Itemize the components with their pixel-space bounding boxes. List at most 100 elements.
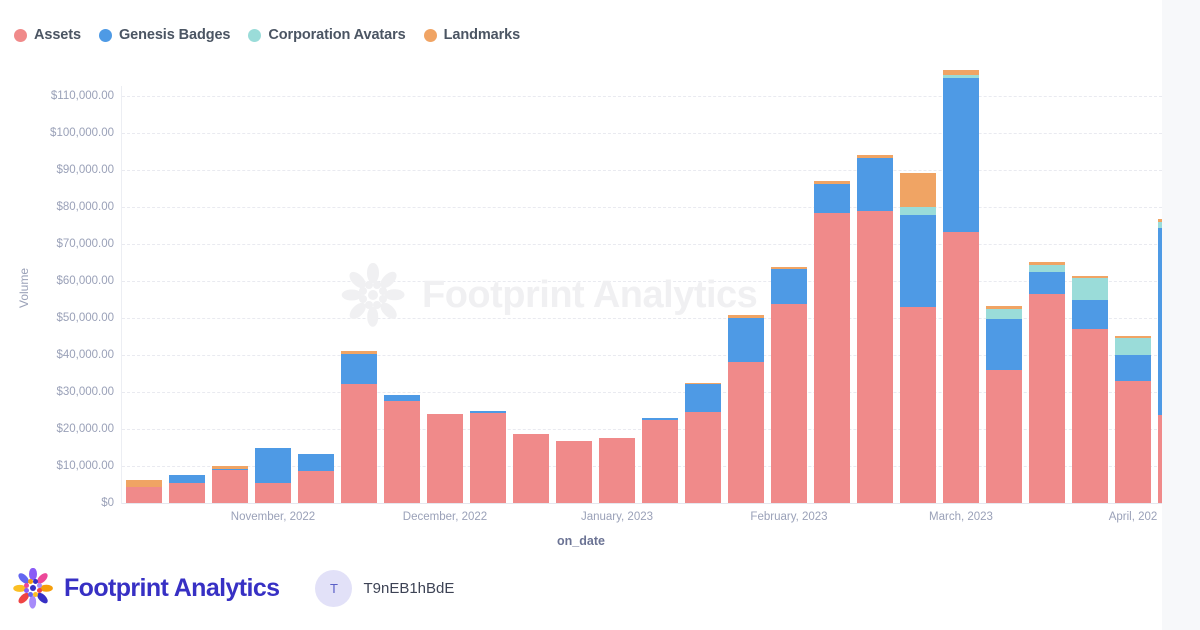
bar-segment-landmarks[interactable]: [126, 479, 162, 488]
x-axis-tick-label: March, 2023: [929, 511, 993, 523]
gridline: [122, 170, 1162, 171]
bar-segment-genesis_badges[interactable]: [255, 447, 291, 483]
brand-name: Footprint Analytics: [64, 573, 280, 602]
bar-segment-assets[interactable]: [212, 470, 248, 503]
legend-swatch-corporation_avatars: [248, 28, 262, 42]
bar-segment-corporation_avatars[interactable]: [1158, 221, 1162, 229]
legend-label: Assets: [34, 27, 81, 43]
gridline: [122, 96, 1162, 97]
bar-segment-corporation_avatars[interactable]: [900, 207, 936, 216]
bar-segment-landmarks[interactable]: [1158, 218, 1162, 222]
bar-segment-assets[interactable]: [599, 437, 635, 503]
y-axis-tick-label: $50,000.00: [56, 312, 114, 324]
gridline: [122, 281, 1162, 282]
footprint-logo-icon: [12, 567, 54, 609]
bar-segment-landmarks[interactable]: [1072, 275, 1108, 279]
bar-segment-genesis_badges[interactable]: [470, 410, 506, 413]
bar-segment-genesis_badges[interactable]: [1158, 228, 1162, 415]
bar-segment-genesis_badges[interactable]: [986, 319, 1022, 371]
bar-segment-assets[interactable]: [255, 482, 291, 503]
bar-segment-genesis_badges[interactable]: [857, 157, 893, 212]
bar-segment-corporation_avatars[interactable]: [1029, 265, 1065, 272]
legend-item-assets[interactable]: Assets: [14, 27, 81, 43]
bar-segment-genesis_badges[interactable]: [685, 384, 721, 412]
bar-segment-genesis_badges[interactable]: [212, 468, 248, 471]
bar-segment-genesis_badges[interactable]: [1115, 354, 1151, 382]
bar-segment-genesis_badges[interactable]: [1072, 300, 1108, 330]
bar-segment-assets[interactable]: [771, 303, 807, 503]
bar-segment-assets[interactable]: [1158, 414, 1162, 503]
bar-segment-assets[interactable]: [943, 232, 979, 503]
bar-segment-assets[interactable]: [384, 400, 420, 503]
chart-legend: Assets Genesis Badges Corporation Avatars L…: [14, 24, 528, 46]
gridline: [122, 133, 1162, 134]
plot-area: [122, 56, 1162, 503]
x-axis-tick-label: November, 2022: [230, 511, 316, 523]
bar-segment-landmarks[interactable]: [986, 305, 1022, 310]
y-axis-tick-label: $110,000.00: [50, 90, 114, 102]
bar-segment-assets[interactable]: [1072, 329, 1108, 503]
bar-segment-genesis_badges[interactable]: [728, 318, 764, 362]
bar-segment-genesis_badges[interactable]: [298, 454, 334, 472]
bar-segment-assets[interactable]: [900, 307, 936, 503]
bar-segment-genesis_badges[interactable]: [169, 475, 205, 484]
bar-segment-assets[interactable]: [470, 412, 506, 503]
y-axis-tick-label: $30,000.00: [56, 386, 114, 398]
bar-segment-assets[interactable]: [427, 414, 463, 503]
bar-segment-genesis_badges[interactable]: [642, 418, 678, 420]
bar-segment-landmarks[interactable]: [728, 315, 764, 318]
bar-segment-assets[interactable]: [513, 433, 549, 503]
legend-label: Landmarks: [443, 27, 521, 43]
bar-segment-assets[interactable]: [642, 419, 678, 503]
legend-label: Genesis Badges: [118, 27, 231, 43]
legend-item-genesis_badges[interactable]: Genesis Badges: [98, 27, 231, 43]
bar-segment-landmarks[interactable]: [900, 172, 936, 207]
y-axis-tick-label: $100,000.00: [50, 127, 114, 139]
bar-segment-landmarks[interactable]: [771, 266, 807, 269]
bar-segment-genesis_badges[interactable]: [771, 268, 807, 304]
bar-segment-assets[interactable]: [728, 361, 764, 503]
bar-segment-genesis_badges[interactable]: [384, 394, 420, 401]
avatar: T: [315, 569, 353, 607]
bar-segment-genesis_badges[interactable]: [900, 215, 936, 308]
bar-segment-assets[interactable]: [1029, 294, 1065, 503]
bar-segment-landmarks[interactable]: [1115, 336, 1151, 338]
y-axis-tick-label: $90,000.00: [56, 164, 114, 176]
legend-label: Corporation Avatars: [268, 27, 406, 43]
gridline: [122, 207, 1162, 208]
x-axis-tick-label: December, 2022: [402, 511, 488, 523]
legend-item-landmarks[interactable]: Landmarks: [423, 27, 521, 43]
bar-segment-corporation_avatars[interactable]: [1072, 278, 1108, 301]
bar-segment-genesis_badges[interactable]: [814, 184, 850, 213]
bar-segment-assets[interactable]: [169, 483, 205, 503]
bar-segment-corporation_avatars[interactable]: [943, 74, 979, 79]
bar-segment-assets[interactable]: [814, 212, 850, 503]
user-chip[interactable]: T T9nEB1hBdE: [315, 569, 455, 607]
bar-segment-landmarks[interactable]: [814, 181, 850, 185]
bar-segment-landmarks[interactable]: [943, 70, 979, 75]
bar-segment-genesis_badges[interactable]: [1029, 271, 1065, 295]
x-axis-tick-label: February, 2023: [750, 511, 828, 523]
bar-segment-assets[interactable]: [341, 383, 377, 503]
bar-segment-assets[interactable]: [685, 411, 721, 503]
bar-segment-assets[interactable]: [857, 211, 893, 503]
legend-item-corporation_avatars[interactable]: Corporation Avatars: [248, 27, 406, 43]
bar-segment-landmarks[interactable]: [212, 466, 248, 469]
bar-segment-assets[interactable]: [556, 440, 592, 503]
bar-segment-assets[interactable]: [1115, 381, 1151, 503]
username-label: T9nEB1hBdE: [363, 579, 455, 597]
bar-segment-landmarks[interactable]: [341, 351, 377, 354]
chart-page: Assets Genesis Badges Corporation Avatars L…: [0, 0, 1162, 630]
bar-segment-genesis_badges[interactable]: [943, 78, 979, 233]
bar-segment-landmarks[interactable]: [685, 382, 721, 385]
bar-segment-assets[interactable]: [126, 487, 162, 503]
bar-segment-landmarks[interactable]: [1029, 261, 1065, 266]
bar-segment-assets[interactable]: [986, 370, 1022, 503]
bar-segment-corporation_avatars[interactable]: [986, 309, 1022, 320]
footer: Footprint Analytics T T9nEB1hBdE: [0, 546, 1162, 630]
bar-segment-landmarks[interactable]: [857, 155, 893, 158]
bar-segment-corporation_avatars[interactable]: [1115, 338, 1151, 355]
bar-segment-assets[interactable]: [298, 471, 334, 503]
y-axis-tick-label: $70,000.00: [56, 238, 114, 250]
bar-segment-genesis_badges[interactable]: [341, 353, 377, 384]
